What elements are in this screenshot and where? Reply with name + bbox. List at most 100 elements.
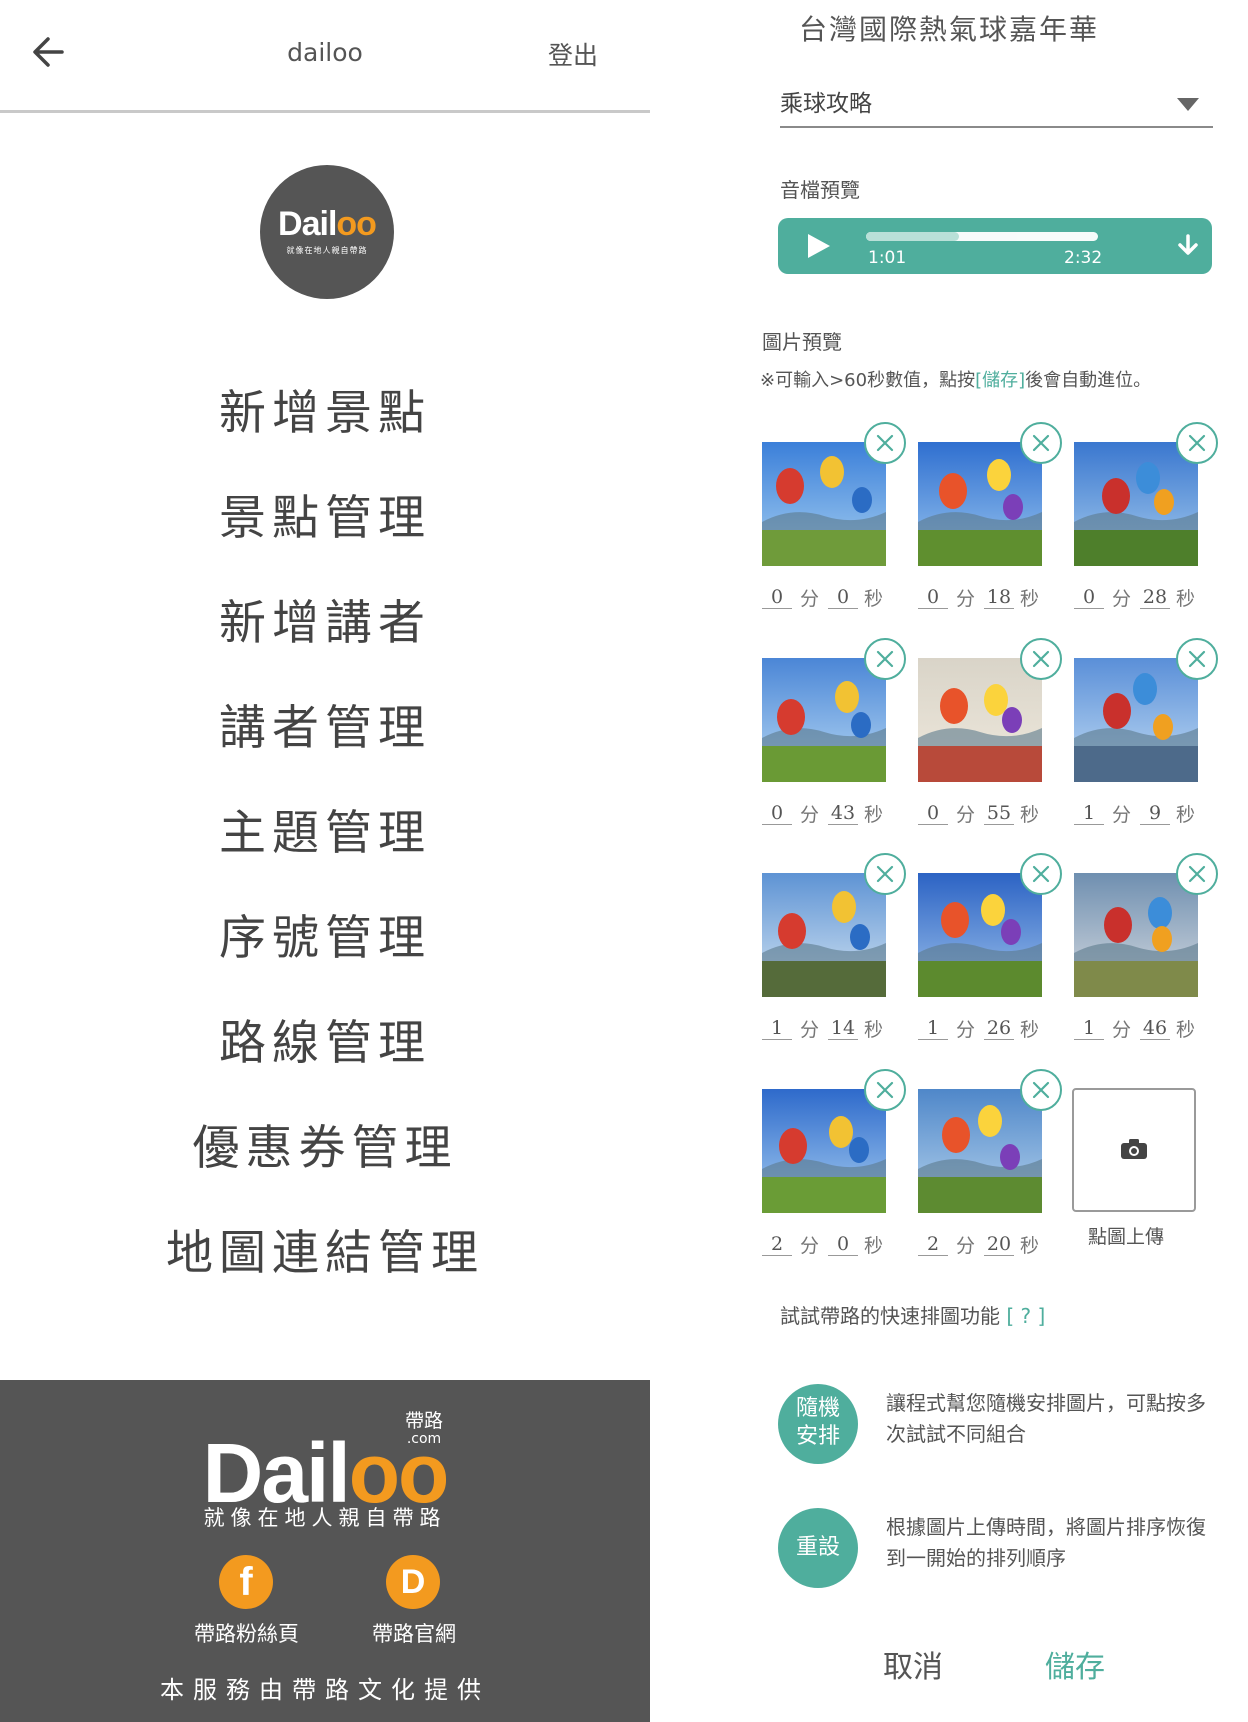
- cancel-button[interactable]: 取消: [883, 1642, 943, 1686]
- second-unit: 秒: [1020, 588, 1040, 610]
- image-thumbnail[interactable]: [762, 873, 886, 997]
- second-field[interactable]: 28: [1140, 586, 1170, 609]
- menu-item-route-management[interactable]: 路線管理: [0, 1004, 650, 1073]
- fanpage-link[interactable]: 帶路粉絲頁: [194, 1618, 299, 1648]
- image-time-input: 2 分 20 秒: [918, 1233, 1048, 1263]
- second-field[interactable]: 14: [828, 1017, 858, 1040]
- minute-unit: 分: [1112, 1019, 1132, 1041]
- reset-order-button[interactable]: 重設: [778, 1508, 858, 1588]
- second-field[interactable]: 46: [1140, 1017, 1170, 1040]
- balloon-photo: [762, 658, 886, 782]
- dailoo-logo: Dailoo 就像在地人親自帶路: [260, 165, 394, 299]
- second-field[interactable]: 0: [828, 1233, 858, 1256]
- audio-current-time: 1:01: [868, 248, 907, 268]
- remove-image-icon[interactable]: [864, 638, 906, 680]
- second-field[interactable]: 26: [984, 1017, 1014, 1040]
- image-thumbnail[interactable]: [1074, 658, 1198, 782]
- facebook-icon[interactable]: f: [219, 1555, 273, 1609]
- remove-image-icon[interactable]: [1176, 853, 1218, 895]
- image-time-input: 1 分 26 秒: [918, 1017, 1048, 1047]
- play-icon[interactable]: [808, 234, 830, 258]
- minute-field[interactable]: 1: [918, 1017, 948, 1040]
- minute-field[interactable]: 0: [762, 802, 792, 825]
- second-field[interactable]: 9: [1140, 802, 1170, 825]
- remove-image-icon[interactable]: [1020, 638, 1062, 680]
- minute-field[interactable]: 2: [918, 1233, 948, 1256]
- save-button[interactable]: 儲存: [1045, 1642, 1105, 1686]
- minute-field[interactable]: 0: [918, 802, 948, 825]
- menu-item-coupon-management[interactable]: 優惠券管理: [0, 1109, 650, 1178]
- minute-field[interactable]: 0: [762, 586, 792, 609]
- minute-field[interactable]: 1: [1074, 802, 1104, 825]
- minute-field[interactable]: 0: [1074, 586, 1104, 609]
- minute-unit: 分: [956, 1235, 976, 1257]
- audio-progress-fill: [866, 232, 959, 241]
- menu-item-add-attraction[interactable]: 新增景點: [0, 374, 650, 443]
- minute-field[interactable]: 2: [762, 1233, 792, 1256]
- balloon-photo: [918, 1089, 1042, 1213]
- minute-unit: 分: [800, 1235, 820, 1257]
- dailoo-website-icon[interactable]: D: [386, 1555, 440, 1609]
- minute-field[interactable]: 1: [762, 1017, 792, 1040]
- remove-image-icon[interactable]: [864, 853, 906, 895]
- menu-item-map-link-management[interactable]: 地圖連結管理: [0, 1214, 650, 1283]
- image-thumbnail[interactable]: [762, 442, 886, 566]
- minute-field[interactable]: 0: [918, 586, 948, 609]
- help-link[interactable]: [ ? ]: [1006, 1304, 1045, 1328]
- second-field[interactable]: 55: [984, 802, 1014, 825]
- remove-image-icon[interactable]: [864, 1069, 906, 1111]
- menu-item-add-speaker[interactable]: 新增講者: [0, 584, 650, 653]
- second-field[interactable]: 43: [828, 802, 858, 825]
- balloon-photo: [762, 873, 886, 997]
- image-thumbnail[interactable]: [762, 1089, 886, 1213]
- minute-unit: 分: [800, 588, 820, 610]
- minute-unit: 分: [800, 804, 820, 826]
- second-unit: 秒: [864, 1019, 884, 1041]
- menu-item-attraction-management[interactable]: 景點管理: [0, 479, 650, 548]
- remove-image-icon[interactable]: [1176, 638, 1218, 680]
- remove-image-icon[interactable]: [1020, 422, 1062, 464]
- image-preview-label: 圖片預覽: [762, 330, 842, 354]
- image-thumbnail[interactable]: [918, 1089, 1042, 1213]
- balloon-photo: [918, 442, 1042, 566]
- logo-slogan: 就像在地人親自帶路: [286, 246, 368, 255]
- image-thumbnail[interactable]: [1074, 442, 1198, 566]
- image-thumbnail[interactable]: [918, 442, 1042, 566]
- image-thumbnail[interactable]: [918, 658, 1042, 782]
- quick-sort-hint: 試試帶路的快速排圖功能 [ ? ]: [780, 1304, 1046, 1328]
- remove-image-icon[interactable]: [1020, 1069, 1062, 1111]
- camera-icon: [1121, 1139, 1147, 1159]
- download-icon[interactable]: [1176, 234, 1200, 260]
- second-field[interactable]: 20: [984, 1233, 1014, 1256]
- menu-item-theme-management[interactable]: 主題管理: [0, 794, 650, 863]
- second-unit: 秒: [1020, 804, 1040, 826]
- audio-player: 1:01 2:32: [778, 218, 1212, 274]
- second-field[interactable]: 18: [984, 586, 1014, 609]
- second-unit: 秒: [1020, 1019, 1040, 1041]
- minute-field[interactable]: 1: [1074, 1017, 1104, 1040]
- category-select[interactable]: 乘球攻略: [780, 78, 1213, 128]
- second-field[interactable]: 0: [828, 586, 858, 609]
- image-thumbnail[interactable]: [918, 873, 1042, 997]
- second-unit: 秒: [864, 1235, 884, 1257]
- website-link[interactable]: 帶路官網: [372, 1618, 456, 1648]
- logout-button[interactable]: 登出: [548, 36, 598, 72]
- audio-guide-editor: 台灣國際熱氣球嘉年華 乘球攻略 音檔預覽 1:01 2:32 圖片預覽 ※可輸入…: [650, 0, 1248, 1722]
- reset-order-description: 根據圖片上傳時間，將圖片排序恢復到一開始的排列順序: [886, 1515, 1206, 1570]
- random-arrange-button[interactable]: 隨機 安排: [778, 1384, 858, 1464]
- audio-progress-bar[interactable]: [866, 232, 1098, 241]
- page-title: 台灣國際熱氣球嘉年華: [798, 13, 1099, 46]
- image-time-input: 1 分 14 秒: [762, 1017, 892, 1047]
- image-thumbnail[interactable]: [1074, 873, 1198, 997]
- footer-credit: 本服務由帶路文化提供: [160, 1676, 490, 1704]
- audio-preview-label: 音檔預覽: [780, 178, 860, 202]
- remove-image-icon[interactable]: [1176, 422, 1218, 464]
- image-thumbnail[interactable]: [762, 658, 886, 782]
- menu-item-serial-management[interactable]: 序號管理: [0, 899, 650, 968]
- image-time-input: 0分0秒: [762, 586, 892, 616]
- remove-image-icon[interactable]: [1020, 853, 1062, 895]
- menu-item-speaker-management[interactable]: 講者管理: [0, 689, 650, 758]
- upload-label: 點圖上傳: [1088, 1226, 1165, 1248]
- remove-image-icon[interactable]: [864, 422, 906, 464]
- image-upload-button[interactable]: [1072, 1088, 1196, 1212]
